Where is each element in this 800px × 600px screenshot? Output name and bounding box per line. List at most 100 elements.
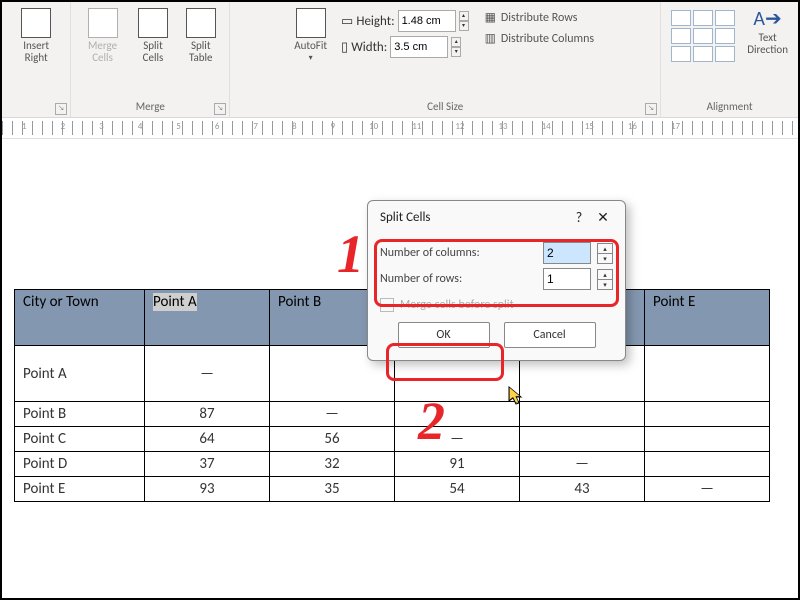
height-icon: ▭ [341,14,353,29]
close-button[interactable]: ✕ [591,209,615,226]
table-cell[interactable]: 32 [270,452,395,477]
horizontal-ruler[interactable]: 1234567891011121314151617 [2,118,798,139]
table-cell[interactable]: Point D [15,452,145,477]
group-merge: Merge Cells Split Cells Split Table Merg… [71,2,230,117]
num-columns-input[interactable] [543,242,591,264]
table-cell[interactable]: — [645,477,770,502]
ruler-tick: 12 [455,121,464,132]
merge-cells-label: Merge Cells [81,40,123,64]
distribute-rows-button[interactable]: ▦Distribute Rows [485,10,595,25]
num-columns-spinner[interactable]: ▴▾ [597,243,613,264]
ruler-tick: 1 [22,121,27,132]
table-row[interactable]: Point E93355443— [15,477,770,502]
table-cell[interactable] [645,452,770,477]
ruler-tick: 10 [369,121,378,132]
distribute-columns-icon: ▥ [485,31,496,46]
group-label: Alignment [667,100,792,115]
table-header[interactable]: Point E [645,290,770,346]
group-label: Cell Size [236,100,654,115]
table-cell[interactable]: 93 [145,477,270,502]
table-row[interactable]: Point C6456— [15,427,770,452]
text-direction-button[interactable]: A➔ Text Direction [743,6,792,58]
num-columns-label: Number of columns: [380,246,537,260]
split-table-button[interactable]: Split Table [178,6,223,66]
table-cell[interactable]: 54 [395,477,520,502]
height-spinner[interactable]: ▴▾ [459,11,469,31]
merge-before-split-checkbox: Merge cells before split [380,298,613,312]
insert-right-button[interactable]: Insert Right [8,6,64,66]
table-cell[interactable] [520,402,645,427]
table-cell[interactable]: 56 [270,427,395,452]
table-cell[interactable]: 64 [145,427,270,452]
table-header[interactable]: City or Town [15,290,145,346]
merge-cells-button: Merge Cells [77,6,127,66]
table-cell[interactable]: Point B [15,402,145,427]
table-cell[interactable]: 43 [520,477,645,502]
table-cell[interactable]: — [520,452,645,477]
ruler-tick: 11 [412,121,421,132]
group-alignment: A➔ Text Direction Alignment [661,2,798,117]
help-button[interactable]: ? [567,209,591,226]
autofit-button[interactable]: AutoFit ▾ [290,6,331,65]
distribute-buttons: ▦Distribute Rows ▥Distribute Columns [479,6,601,50]
table-cell[interactable]: 91 [395,452,520,477]
dialog-launcher-icon[interactable]: ↘ [214,103,226,115]
ruler-tick: 15 [585,121,594,132]
table-cell[interactable]: 37 [145,452,270,477]
table-cell[interactable] [395,402,520,427]
num-rows-input[interactable] [543,268,591,290]
insert-right-label: Insert Right [12,40,60,64]
table-cell[interactable]: — [395,427,520,452]
table-cell[interactable]: — [270,402,395,427]
cell-size-inputs: ▭ Height: ▴▾ ▯ Width: ▴▾ [335,6,475,62]
table-cell[interactable]: 35 [270,477,395,502]
ruler-tick: 5 [176,121,181,132]
checkbox-icon [380,298,394,312]
cancel-button[interactable]: Cancel [504,322,596,348]
split-cells-dialog: Split Cells ? ✕ Number of columns: ▴▾ Nu… [367,200,626,361]
table-cell[interactable] [645,402,770,427]
ok-button[interactable]: OK [398,322,490,348]
table-cell[interactable]: 87 [145,402,270,427]
ruler-tick: 8 [292,121,297,132]
dialog-title: Split Cells [380,210,567,225]
cancel-label: Cancel [533,328,565,342]
merge-cells-icon [88,8,118,38]
table-row[interactable]: Point D373291— [15,452,770,477]
split-table-icon [186,8,216,38]
group-cell-size: AutoFit ▾ ▭ Height: ▴▾ ▯ Width: ▴▾ ▦Di [230,2,661,117]
table-header[interactable]: Point A [145,290,270,346]
ruler-tick: 3 [99,121,104,132]
ruler-tick: 7 [253,121,258,132]
distribute-rows-label: Distribute Rows [501,11,578,25]
dialog-launcher-icon[interactable]: ↘ [645,103,657,115]
ruler-tick: 13 [498,121,507,132]
split-cells-button[interactable]: Split Cells [132,6,175,66]
table-cell[interactable]: — [145,346,270,402]
table-cell[interactable]: Point E [15,477,145,502]
ruler-tick: 9 [331,121,336,132]
distribute-columns-button[interactable]: ▥Distribute Columns [485,31,595,46]
table-cell[interactable] [645,427,770,452]
alignment-grid[interactable] [667,6,739,66]
height-input[interactable] [398,10,456,32]
text-direction-icon: A➔ [753,8,781,30]
split-table-label: Split Table [182,40,219,64]
height-label: Height: [356,14,394,29]
ribbon: Insert Right ↘ Merge Cells Split Cells S… [2,2,798,118]
ok-label: OK [436,328,450,342]
ruler-tick: 14 [542,121,551,132]
dialog-launcher-icon[interactable]: ↘ [55,103,67,115]
insert-right-icon [21,8,51,38]
num-rows-spinner[interactable]: ▴▾ [597,269,613,290]
table-cell[interactable] [645,346,770,402]
group-label: Merge [77,100,223,115]
table-cell[interactable]: Point A [15,346,145,402]
group-rows-columns: Insert Right ↘ [2,2,71,117]
num-rows-label: Number of rows: [380,272,537,286]
width-spinner[interactable]: ▴▾ [451,37,461,57]
table-cell[interactable]: Point C [15,427,145,452]
table-row[interactable]: Point B87— [15,402,770,427]
table-cell[interactable] [520,427,645,452]
width-input[interactable] [390,36,448,58]
